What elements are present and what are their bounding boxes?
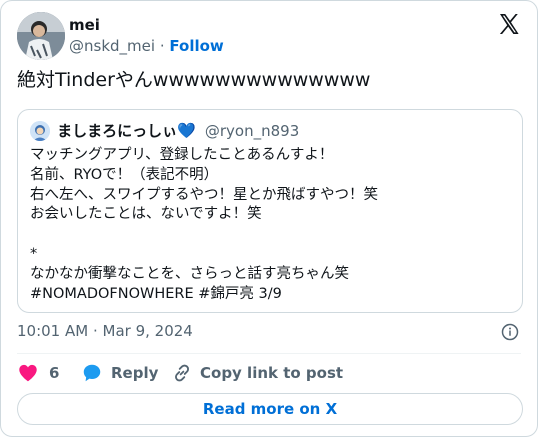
author-photo bbox=[17, 12, 65, 60]
quoted-text-line: なかなか衝撃なことを、さらっと話す亮ちゃん笑 bbox=[30, 265, 349, 282]
post-header: mei @nskd_mei · Follow bbox=[17, 12, 521, 62]
quoted-text-line: 名前、RYOで！（表記不明） bbox=[30, 166, 219, 183]
quoted-author-name[interactable]: ましまろにっしぃ bbox=[57, 122, 177, 140]
quoted-post[interactable]: ましまろにっしぃ💙 @ryon_n893 マッチングアプリ、登録したことあるんす… bbox=[17, 109, 523, 313]
copy-link-button[interactable]: Copy link to post bbox=[171, 361, 343, 385]
info-icon[interactable] bbox=[501, 323, 519, 341]
heart-icon bbox=[19, 364, 37, 382]
follow-button[interactable]: Follow bbox=[169, 37, 223, 55]
blue-heart-emoji: 💙 bbox=[177, 121, 196, 140]
embedded-post-card: mei @nskd_mei · Follow 絶対Tinderやんwwwwwww… bbox=[0, 0, 538, 437]
copy-link-label: Copy link to post bbox=[200, 364, 344, 382]
quoted-post-header: ましまろにっしぃ💙 @ryon_n893 bbox=[30, 120, 299, 141]
quoted-text-line: #NOMADOFNOWHERE #錦戸亮 3/9 bbox=[30, 285, 282, 302]
quoted-text-line: * bbox=[30, 245, 38, 262]
reply-button[interactable]: Reply bbox=[81, 361, 161, 385]
read-more-button[interactable]: Read more on X bbox=[17, 393, 523, 425]
x-logo-icon[interactable] bbox=[497, 12, 521, 36]
quoted-text-line: お会いしたことは、ないですよ！笑 bbox=[30, 206, 262, 223]
quoted-avatar-image bbox=[30, 120, 50, 141]
reply-label: Reply bbox=[111, 364, 159, 382]
quoted-text-line: 右へ左へ、スワイプするやつ！星とか飛ばすやつ！笑 bbox=[30, 186, 378, 203]
author-info: mei @nskd_mei · Follow bbox=[69, 16, 224, 56]
quoted-text-line bbox=[30, 225, 510, 245]
author-name[interactable]: mei bbox=[69, 16, 224, 34]
like-count: 6 bbox=[49, 364, 60, 382]
author-handle-row: @nskd_mei · Follow bbox=[69, 36, 224, 56]
post-text: 絶対Tinderやんwwwwwwwwwwwwww bbox=[17, 69, 371, 91]
author-avatar[interactable] bbox=[17, 12, 65, 60]
like-button[interactable]: 6 bbox=[17, 361, 77, 385]
quoted-author-avatar[interactable] bbox=[30, 120, 50, 141]
link-icon bbox=[175, 364, 189, 382]
quoted-text-line: マッチングアプリ、登録したことあるんすよ！ bbox=[30, 147, 334, 163]
quoted-author-handle[interactable]: @ryon_n893 bbox=[205, 122, 299, 140]
divider bbox=[17, 353, 521, 354]
post-timestamp[interactable]: 10:01 AM · Mar 9, 2024 bbox=[17, 321, 193, 341]
reply-bubble-icon bbox=[83, 364, 101, 382]
handle-separator: · bbox=[159, 37, 165, 55]
author-handle[interactable]: @nskd_mei bbox=[69, 37, 155, 55]
quoted-post-text: マッチングアプリ、登録したことあるんすよ！ 名前、RYOで！（表記不明） 右へ左… bbox=[30, 146, 510, 304]
